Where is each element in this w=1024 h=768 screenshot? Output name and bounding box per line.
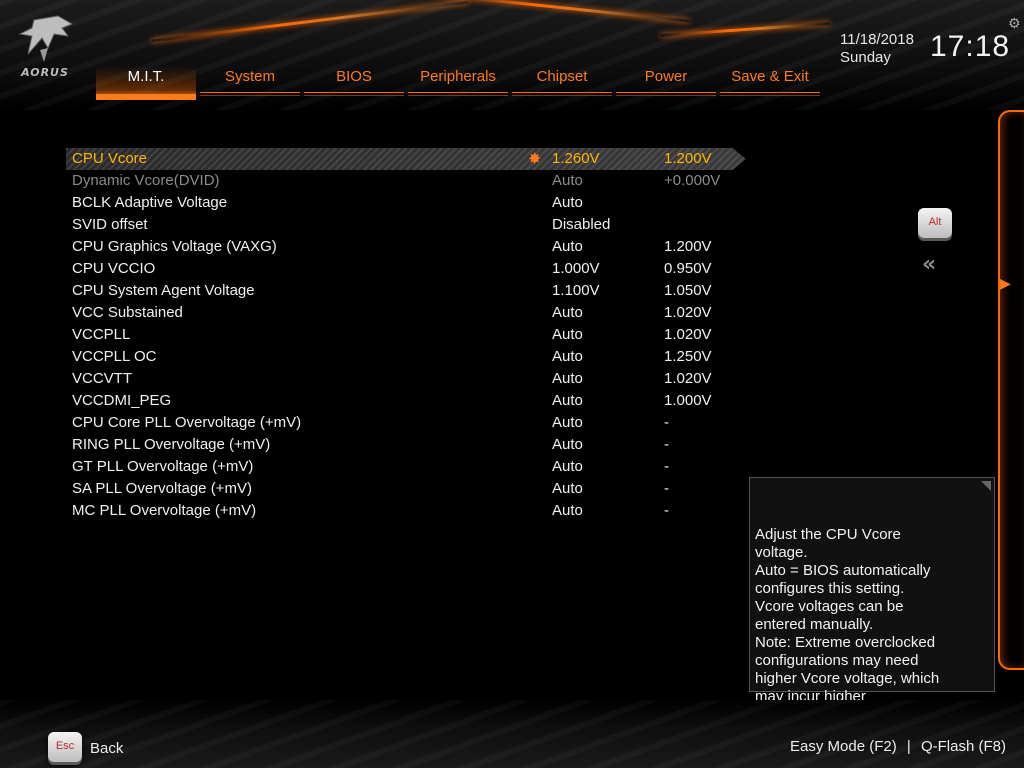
star-icon: ✸ (528, 151, 542, 168)
setting-current: 1.020V (664, 304, 712, 321)
setting-value[interactable]: 1.000V (552, 260, 600, 277)
setting-value[interactable]: 1.100V (552, 282, 600, 299)
setting-label: CPU Core PLL Overvoltage (+mV) (72, 414, 302, 431)
footer-separator: | (906, 738, 911, 755)
setting-current: - (664, 458, 669, 475)
setting-value[interactable]: Auto (552, 392, 583, 409)
setting-label: VCCVTT (72, 370, 132, 387)
setting-cpu-system-agent-voltage[interactable]: CPU System Agent Voltage 1.100V 1.050V (66, 280, 746, 302)
setting-vccvtt[interactable]: VCCVTT Auto 1.020V (66, 368, 746, 390)
tab-peripherals[interactable]: Peripherals (408, 66, 508, 100)
setting-current: 1.050V (664, 282, 712, 299)
aorus-logo-text: AORUS (21, 66, 69, 79)
setting-value[interactable]: Auto (552, 326, 583, 343)
setting-label: CPU Graphics Voltage (VAXG) (72, 238, 277, 255)
setting-label: RING PLL Overvoltage (+mV) (72, 436, 271, 453)
help-text: Adjust the CPU Vcore voltage. Auto = BIO… (755, 526, 940, 723)
setting-label: MC PLL Overvoltage (+mV) (72, 502, 257, 519)
setting-bclk-adaptive-voltage[interactable]: BCLK Adaptive Voltage Auto (66, 192, 746, 214)
footer-background (0, 700, 1024, 768)
setting-cpu-vcore[interactable]: CPU Vcore ✸ 1.260V 1.200V (66, 148, 746, 170)
setting-current: 1.020V (664, 326, 712, 343)
footer-shortcuts: Easy Mode (F2) | Q-Flash (F8) (790, 738, 1006, 755)
tab-power[interactable]: Power (616, 66, 716, 100)
setting-label: Dynamic Vcore(DVID) (72, 172, 220, 189)
tab-save-exit[interactable]: Save & Exit (720, 66, 820, 100)
setting-label: VCCDMI_PEG (72, 392, 172, 409)
setting-value: Auto (552, 172, 583, 189)
setting-label: VCCPLL OC (72, 348, 157, 365)
easy-mode-button[interactable]: Easy Mode (F2) (790, 738, 897, 755)
setting-value[interactable]: Auto (552, 238, 583, 255)
expand-arrow-icon[interactable]: ▶ (1000, 276, 1011, 292)
setting-label: BCLK Adaptive Voltage (72, 194, 228, 211)
tab-system[interactable]: System (200, 66, 300, 100)
setting-current: - (664, 414, 669, 431)
setting-vccpll[interactable]: VCCPLL Auto 1.020V (66, 324, 746, 346)
setting-current: 0.950V (664, 260, 712, 277)
setting-label: CPU Vcore (72, 150, 148, 167)
setting-cpu-vccio[interactable]: CPU VCCIO 1.000V 0.950V (66, 258, 746, 280)
setting-current: - (664, 502, 669, 519)
setting-svid-offset[interactable]: SVID offset Disabled (66, 214, 746, 236)
setting-sa-pll-overvoltage[interactable]: SA PLL Overvoltage (+mV) Auto - (66, 478, 746, 500)
setting-value[interactable]: Auto (552, 502, 583, 519)
setting-vccdmi-peg[interactable]: VCCDMI_PEG Auto 1.000V (66, 390, 746, 412)
setting-vcc-substained[interactable]: VCC Substained Auto 1.020V (66, 302, 746, 324)
date-text: 11/18/2018 (840, 31, 914, 48)
tab-bios[interactable]: BIOS (304, 66, 404, 100)
setting-current: 1.250V (664, 348, 712, 365)
tab-chipset[interactable]: Chipset (512, 66, 612, 100)
clock: 17:18 (930, 30, 1011, 63)
date-display: 11/18/2018 Sunday (840, 31, 914, 67)
setting-label: CPU System Agent Voltage (72, 282, 255, 299)
corner-fold-icon (981, 481, 991, 491)
tab-mit[interactable]: M.I.T. (96, 66, 196, 100)
setting-value[interactable]: Auto (552, 194, 583, 211)
setting-value[interactable]: Auto (552, 480, 583, 497)
setting-current: 1.020V (664, 370, 712, 387)
setting-gt-pll-overvoltage[interactable]: GT PLL Overvoltage (+mV) Auto - (66, 456, 746, 478)
setting-value[interactable]: Auto (552, 348, 583, 365)
double-chevron-left-icon[interactable]: ‹‹ (922, 252, 936, 277)
setting-current: 1.200V (664, 150, 712, 167)
setting-vccpll-oc[interactable]: VCCPLL OC Auto 1.250V (66, 346, 746, 368)
setting-value[interactable]: Auto (552, 304, 583, 321)
help-panel: Adjust the CPU Vcore voltage. Auto = BIO… (749, 477, 995, 723)
setting-value[interactable]: 1.260V (552, 150, 600, 167)
back-label[interactable]: Back (90, 740, 123, 757)
day-text: Sunday (840, 49, 891, 66)
setting-value[interactable]: Auto (552, 370, 583, 387)
setting-value[interactable]: Auto (552, 436, 583, 453)
esc-key-button[interactable]: Esc (48, 732, 82, 762)
setting-label: SVID offset (72, 216, 148, 233)
alt-key-button[interactable]: Alt (918, 208, 952, 238)
setting-current: +0.000V (664, 172, 721, 189)
setting-current: - (664, 480, 669, 497)
setting-label: SA PLL Overvoltage (+mV) (72, 480, 252, 497)
setting-value[interactable]: Auto (552, 458, 583, 475)
setting-value[interactable]: Disabled (552, 216, 610, 233)
setting-dynamic-vcore: Dynamic Vcore(DVID) Auto +0.000V (66, 170, 746, 192)
setting-label: CPU VCCIO (72, 260, 156, 277)
settings-list: CPU Vcore ✸ 1.260V 1.200V Dynamic Vcore(… (66, 148, 746, 522)
setting-current: 1.000V (664, 392, 712, 409)
setting-cpu-core-pll-overvoltage[interactable]: CPU Core PLL Overvoltage (+mV) Auto - (66, 412, 746, 434)
setting-label: VCC Substained (72, 304, 183, 321)
side-panel-edge (998, 110, 1024, 670)
qflash-button[interactable]: Q-Flash (F8) (921, 738, 1006, 755)
setting-ring-pll-overvoltage[interactable]: RING PLL Overvoltage (+mV) Auto - (66, 434, 746, 456)
gear-icon[interactable]: ⚙ (1008, 16, 1024, 32)
setting-mc-pll-overvoltage[interactable]: MC PLL Overvoltage (+mV) Auto - (66, 500, 746, 522)
setting-label: VCCPLL (72, 326, 131, 343)
setting-label: GT PLL Overvoltage (+mV) (72, 458, 254, 475)
setting-current: 1.200V (664, 238, 712, 255)
setting-current: - (664, 436, 669, 453)
setting-value[interactable]: Auto (552, 414, 583, 431)
setting-cpu-graphics-voltage[interactable]: CPU Graphics Voltage (VAXG) Auto 1.200V (66, 236, 746, 258)
